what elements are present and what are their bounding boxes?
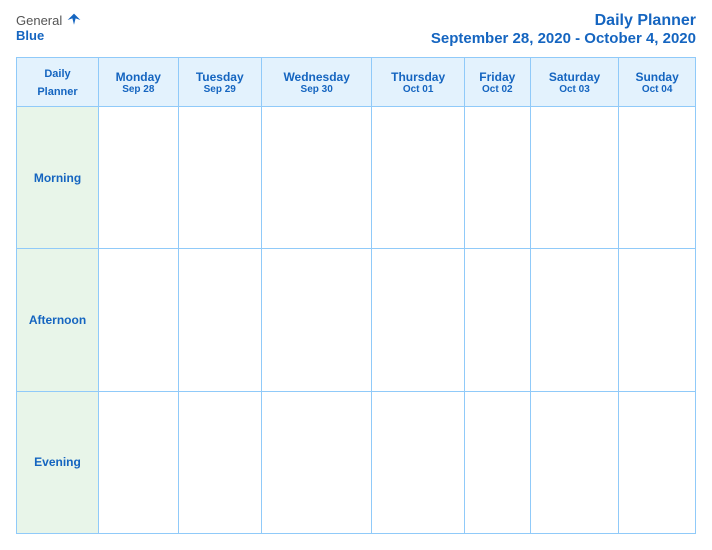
calendar-table: DailyPlanner Monday Sep 28 Tuesday Sep 2… — [16, 57, 696, 534]
cell-morning-sunday[interactable] — [619, 107, 696, 249]
time-label-evening: Evening — [17, 391, 99, 533]
logo-bird-icon — [66, 12, 82, 28]
cell-afternoon-wednesday[interactable] — [261, 249, 372, 391]
row-afternoon: Afternoon — [17, 249, 696, 391]
header-day-name-friday: Friday — [469, 70, 526, 84]
header-day-name-saturday: Saturday — [535, 70, 614, 84]
header-day-date-friday: Oct 02 — [469, 84, 526, 95]
top-header: General Blue Daily Planner September 28,… — [16, 12, 696, 47]
cell-afternoon-tuesday[interactable] — [178, 249, 261, 391]
logo-text: General — [16, 12, 82, 28]
cell-morning-monday[interactable] — [99, 107, 179, 249]
header-day-name-wednesday: Wednesday — [266, 70, 368, 84]
cell-morning-wednesday[interactable] — [261, 107, 372, 249]
row-evening: Evening — [17, 391, 696, 533]
time-label-afternoon: Afternoon — [17, 249, 99, 391]
header-day-date-thursday: Oct 01 — [376, 84, 459, 95]
header-day-name-tuesday: Tuesday — [183, 70, 257, 84]
logo-general-text: General — [16, 13, 62, 28]
planner-title: Daily Planner — [431, 12, 696, 30]
cell-morning-tuesday[interactable] — [178, 107, 261, 249]
cell-afternoon-friday[interactable] — [464, 249, 530, 391]
header-day-date-tuesday: Sep 29 — [183, 84, 257, 95]
cell-evening-sunday[interactable] — [619, 391, 696, 533]
cell-evening-wednesday[interactable] — [261, 391, 372, 533]
header-label-daily-planner: DailyPlanner — [37, 68, 77, 98]
header-day-date-wednesday: Sep 30 — [266, 84, 368, 95]
cell-evening-thursday[interactable] — [372, 391, 464, 533]
planner-date-range: September 28, 2020 - October 4, 2020 — [431, 30, 696, 47]
header-cell-tuesday: Tuesday Sep 29 — [178, 58, 261, 107]
cell-morning-saturday[interactable] — [530, 107, 618, 249]
header-day-date-monday: Sep 28 — [103, 84, 174, 95]
header-cell-thursday: Thursday Oct 01 — [372, 58, 464, 107]
cell-afternoon-monday[interactable] — [99, 249, 179, 391]
header-day-name-monday: Monday — [103, 70, 174, 84]
header-cell-saturday: Saturday Oct 03 — [530, 58, 618, 107]
cell-afternoon-saturday[interactable] — [530, 249, 618, 391]
title-area: Daily Planner September 28, 2020 - Octob… — [431, 12, 696, 47]
cell-afternoon-thursday[interactable] — [372, 249, 464, 391]
logo-blue-text: Blue — [16, 28, 44, 43]
header-cell-daily-planner: DailyPlanner — [17, 58, 99, 107]
row-morning: Morning — [17, 107, 696, 249]
cell-morning-thursday[interactable] — [372, 107, 464, 249]
logo-area: General Blue — [16, 12, 82, 43]
header-day-name-sunday: Sunday — [623, 70, 691, 84]
header-day-name-thursday: Thursday — [376, 70, 459, 84]
cell-afternoon-sunday[interactable] — [619, 249, 696, 391]
cell-evening-friday[interactable] — [464, 391, 530, 533]
header-row: DailyPlanner Monday Sep 28 Tuesday Sep 2… — [17, 58, 696, 107]
header-cell-friday: Friday Oct 02 — [464, 58, 530, 107]
cell-evening-tuesday[interactable] — [178, 391, 261, 533]
header-day-date-saturday: Oct 03 — [535, 84, 614, 95]
header-cell-sunday: Sunday Oct 04 — [619, 58, 696, 107]
cell-evening-saturday[interactable] — [530, 391, 618, 533]
time-label-morning: Morning — [17, 107, 99, 249]
header-cell-wednesday: Wednesday Sep 30 — [261, 58, 372, 107]
cell-evening-monday[interactable] — [99, 391, 179, 533]
header-day-date-sunday: Oct 04 — [623, 84, 691, 95]
header-cell-monday: Monday Sep 28 — [99, 58, 179, 107]
cell-morning-friday[interactable] — [464, 107, 530, 249]
